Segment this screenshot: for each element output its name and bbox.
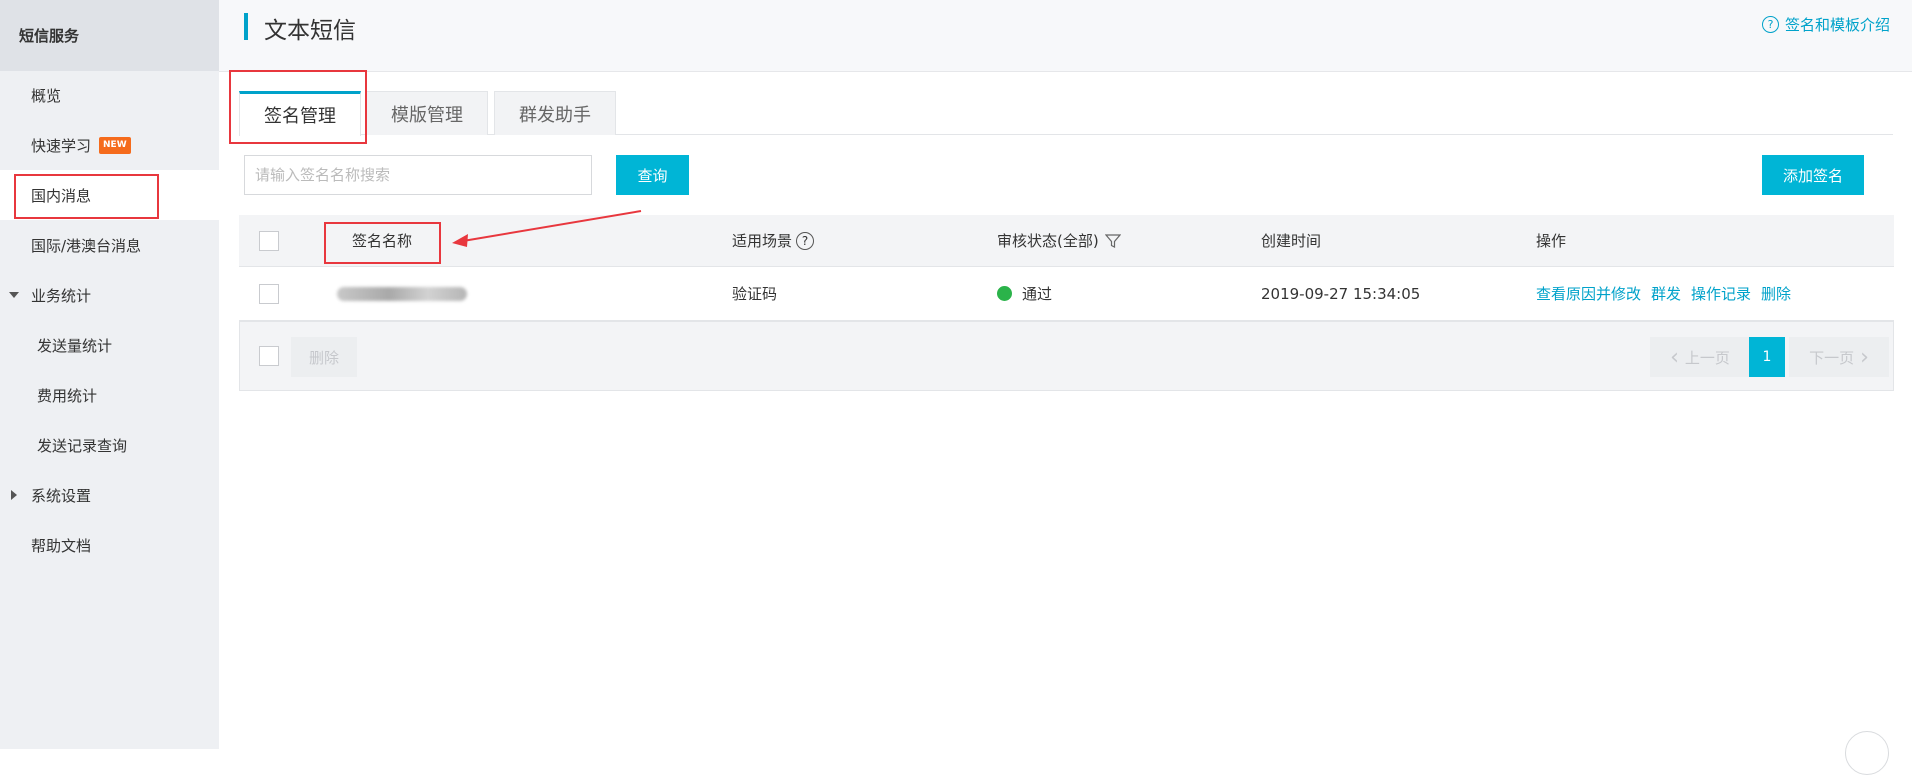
status-success-icon (997, 286, 1012, 301)
new-badge: NEW (99, 136, 131, 154)
next-page-label: 下一页 (1809, 348, 1855, 367)
tab-template[interactable]: 模版管理 (366, 91, 488, 135)
col-scene-label: 适用场景 (732, 232, 793, 250)
question-icon[interactable]: ? (796, 231, 815, 250)
page-title: 文本短信 (264, 18, 356, 44)
delete-link[interactable]: 删除 (1761, 283, 1791, 304)
sidebar-item-help-docs[interactable]: 帮助文档 (0, 520, 219, 570)
col-status: 审核状态(全部) (997, 215, 1121, 266)
sidebar: 短信服务 概览 快速学习 NEW 国内消息 国际/港澳台消息 业务统计 发送量统计… (0, 0, 219, 749)
view-reason-link[interactable]: 查看原因并修改 (1536, 283, 1641, 304)
help-link-label: 签名和模板介绍 (1784, 16, 1890, 34)
bulk-send-link[interactable]: 群发 (1651, 283, 1681, 304)
sidebar-item-international[interactable]: 国际/港澳台消息 (0, 220, 219, 270)
tab-bar: 签名管理 模版管理 群发助手 (239, 91, 1893, 136)
header: 文本短信 ? 签名和模板介绍 (219, 0, 1912, 72)
row-scene: 验证码 (732, 285, 778, 303)
row-created: 2019-09-27 15:34:05 (1261, 284, 1421, 303)
row-actions: 查看原因并修改 群发 操作记录 删除 (1536, 267, 1801, 320)
sidebar-item-label: 费用统计 (37, 386, 98, 405)
footer-checkbox-cell (259, 322, 279, 390)
row-checkbox[interactable] (259, 283, 279, 304)
col-created: 创建时间 (1261, 232, 1322, 250)
filter-icon[interactable] (1104, 233, 1121, 249)
sidebar-item-quick-learn[interactable]: 快速学习 NEW (0, 120, 219, 170)
tab-bulk-send[interactable]: 群发助手 (494, 91, 616, 135)
operation-log-link[interactable]: 操作记录 (1691, 283, 1751, 304)
caret-right-icon (11, 490, 17, 500)
sidebar-item-settings[interactable]: 系统设置 (0, 470, 219, 520)
row-status-label: 通过 (1022, 285, 1053, 303)
page-number-current[interactable]: 1 (1749, 337, 1785, 377)
select-all-checkbox[interactable] (259, 230, 279, 251)
sidebar-item-label: 发送记录查询 (37, 436, 128, 455)
row-checkbox-cell (259, 267, 279, 320)
caret-down-icon (9, 292, 19, 298)
help-link[interactable]: ? 签名和模板介绍 (1761, 14, 1890, 35)
table-row: 验证码 通过 2019-09-27 15:34:05 查看原因并修改 群发 操作… (239, 267, 1894, 321)
sidebar-item-label: 国际/港澳台消息 (31, 236, 142, 255)
sidebar-item-label: 发送量统计 (37, 336, 113, 355)
sidebar-item-label: 概览 (31, 86, 62, 105)
query-button[interactable]: 查询 (616, 155, 689, 195)
next-page-button[interactable]: 下一页 › (1789, 337, 1889, 377)
tab-signature[interactable]: 签名管理 (239, 91, 361, 136)
col-actions: 操作 (1536, 232, 1567, 250)
col-status-label: 审核状态(全部) (997, 232, 1099, 250)
redacted-blur (337, 286, 467, 301)
sidebar-item-label: 国内消息 (31, 186, 92, 205)
header-checkbox-cell (259, 215, 279, 266)
sidebar-item-send-volume[interactable]: 发送量统计 (0, 320, 219, 370)
prev-page-label: 上一页 (1684, 348, 1730, 367)
sidebar-item-label: 系统设置 (31, 486, 92, 505)
sidebar-item-send-records[interactable]: 发送记录查询 (0, 420, 219, 470)
row-status: 通过 (997, 267, 1052, 320)
sidebar-item-label: 帮助文档 (31, 536, 92, 555)
title-accent-bar (244, 13, 248, 40)
sidebar-item-label: 业务统计 (31, 286, 92, 305)
prev-page-button[interactable]: ‹ 上一页 (1650, 337, 1750, 377)
col-signature-name: 签名名称 (352, 232, 413, 250)
signature-name-redacted (337, 267, 467, 320)
table-header: 签名名称 适用场景? 审核状态(全部) 创建时间 操作 (239, 215, 1894, 267)
floating-button[interactable] (1845, 731, 1889, 775)
chevron-right-icon: › (1860, 344, 1869, 370)
sidebar-item-label: 快速学习 (31, 136, 92, 155)
bulk-delete-button[interactable]: 删除 (291, 337, 357, 377)
col-scene: 适用场景? (732, 215, 815, 266)
sidebar-item-statistics[interactable]: 业务统计 (0, 270, 219, 320)
chevron-left-icon: ‹ (1670, 344, 1679, 370)
sidebar-item-cost[interactable]: 费用统计 (0, 370, 219, 420)
table-footer: 删除 ‹ 上一页 1 下一页 › (239, 321, 1894, 391)
question-icon: ? (1761, 16, 1779, 33)
add-signature-button[interactable]: 添加签名 (1762, 155, 1864, 195)
sidebar-title: 短信服务 (0, 0, 219, 71)
sidebar-item-overview[interactable]: 概览 (0, 70, 219, 120)
footer-select-checkbox[interactable] (259, 346, 279, 366)
search-input[interactable] (244, 155, 592, 195)
sidebar-item-domestic[interactable]: 国内消息 (0, 170, 219, 220)
